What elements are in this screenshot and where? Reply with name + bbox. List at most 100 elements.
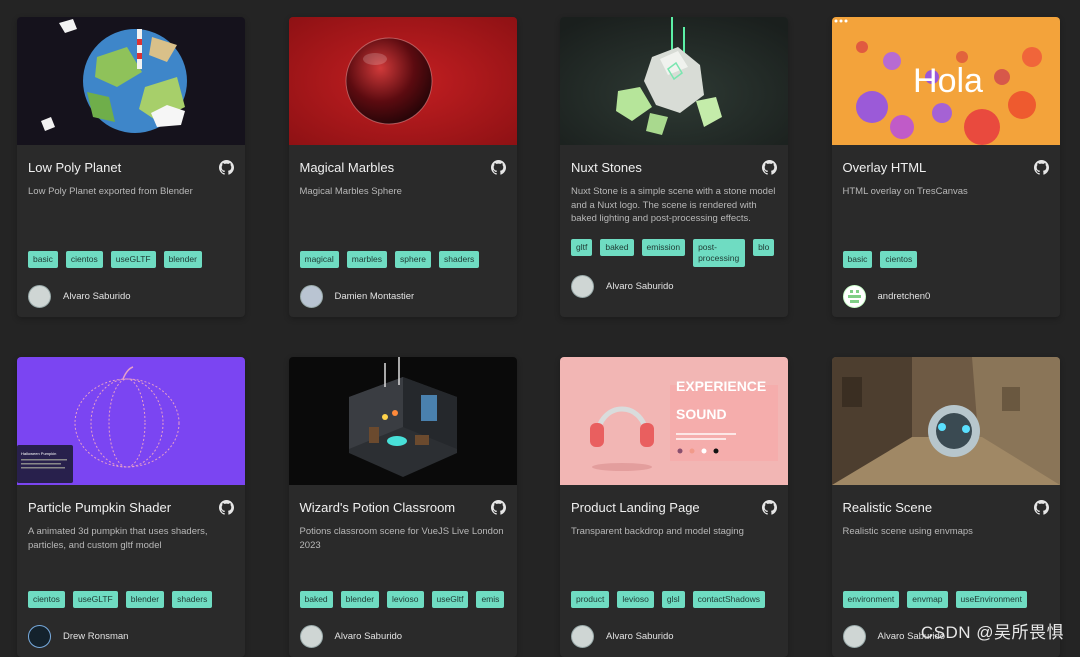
card-thumbnail[interactable] — [288, 357, 517, 485]
tag[interactable]: marbles — [346, 251, 388, 268]
github-icon[interactable] — [1033, 159, 1049, 175]
tag[interactable]: cientos — [65, 251, 103, 268]
card-tags: basic cientos — [842, 251, 1049, 281]
card-author[interactable]: Drew Ronsman — [28, 625, 234, 648]
card-author[interactable]: Damien Montastier — [299, 285, 506, 308]
card-thumbnail[interactable] — [831, 357, 1060, 485]
tag[interactable]: useGltf — [431, 591, 469, 608]
author-name: andretchen0 — [877, 291, 931, 302]
potion-classroom-image — [288, 357, 517, 485]
low-poly-planet-image — [17, 17, 245, 145]
github-icon[interactable] — [762, 159, 777, 175]
card-thumbnail[interactable]: Halloween Pumpkin — [17, 357, 245, 485]
example-card-nuxt-stones[interactable]: Nuxt Stones Nuxt Stone is a simple scene… — [560, 17, 788, 317]
card-thumbnail[interactable]: Hola — [831, 17, 1060, 145]
card-description: Realistic scene using envmaps — [842, 526, 973, 537]
hola-text: Hola — [913, 62, 983, 100]
avatar — [842, 625, 866, 648]
card-description: Transparent backdrop and model staging — [571, 526, 744, 537]
card-thumbnail[interactable]: EXPERIENCE SOUND — [560, 357, 788, 485]
avatar — [299, 285, 323, 308]
tag[interactable]: blo — [753, 239, 775, 256]
card-tags: gltf baked emission post-processing blo — [571, 239, 777, 269]
card-title[interactable]: Realistic Scene — [843, 500, 933, 515]
tag[interactable]: glsl — [661, 591, 685, 608]
card-title[interactable]: Overlay HTML — [843, 160, 927, 175]
tag[interactable]: levioso — [387, 591, 424, 608]
card-author[interactable]: Alvaro Saburido — [571, 625, 777, 648]
tag[interactable]: basic — [842, 251, 873, 268]
github-icon[interactable] — [219, 499, 234, 515]
tag[interactable]: blender — [125, 591, 165, 608]
particle-pumpkin-image: Halloween Pumpkin — [17, 357, 245, 485]
example-card-magical-marbles[interactable]: Magical Marbles Magical Marbles Sphere m… — [288, 17, 517, 317]
author-name: Alvaro Saburido — [606, 281, 674, 292]
example-card-product-landing-page[interactable]: EXPERIENCE SOUND Product Landing Page Tr… — [560, 357, 788, 657]
card-thumbnail[interactable] — [560, 17, 788, 145]
card-title[interactable]: Particle Pumpkin Shader — [28, 500, 171, 515]
card-title[interactable]: Product Landing Page — [571, 500, 700, 515]
magical-marbles-image — [288, 17, 517, 145]
github-icon[interactable] — [1033, 499, 1049, 515]
card-author[interactable]: Alvaro Saburido — [28, 285, 234, 308]
tag[interactable]: levioso — [617, 591, 654, 608]
tag[interactable]: environment — [842, 591, 900, 608]
tag[interactable]: shaders — [172, 591, 213, 608]
avatar — [28, 625, 51, 648]
avatar — [28, 285, 51, 308]
tag[interactable]: blender — [340, 591, 380, 608]
thumb-card-title: Halloween Pumpkin — [21, 451, 56, 456]
tag[interactable]: useEnvironment — [955, 591, 1027, 608]
tag[interactable]: shaders — [439, 251, 480, 268]
card-title[interactable]: Nuxt Stones — [571, 160, 642, 175]
github-icon[interactable] — [219, 159, 234, 175]
example-card-wizards-potion-classroom[interactable]: Wizard's Potion Classroom Potions classr… — [288, 357, 517, 657]
github-icon[interactable] — [490, 499, 506, 515]
tag[interactable]: magical — [299, 251, 339, 268]
tag[interactable]: blender — [163, 251, 202, 268]
card-title[interactable]: Wizard's Potion Classroom — [300, 500, 456, 515]
tag[interactable]: product — [571, 591, 610, 608]
card-title[interactable]: Magical Marbles — [300, 160, 395, 175]
tag[interactable]: cientos — [28, 591, 65, 608]
avatar — [571, 275, 594, 298]
tag[interactable]: post-processing — [693, 239, 746, 267]
tag[interactable]: emission — [641, 239, 686, 256]
card-description: A animated 3d pumpkin that uses shaders,… — [28, 526, 208, 551]
github-icon[interactable] — [490, 159, 506, 175]
card-thumbnail[interactable] — [17, 17, 245, 145]
card-author[interactable]: Alvaro Saburido — [299, 625, 506, 648]
avatar — [571, 625, 594, 648]
tag[interactable]: basic — [28, 251, 58, 268]
card-tags: magical marbles sphere shaders — [299, 251, 506, 281]
tag[interactable]: envmap — [907, 591, 948, 608]
card-description: Low Poly Planet exported from Blender — [28, 186, 193, 197]
example-card-overlay-html[interactable]: Hola Overlay HTML HTML overlay on TresCa… — [831, 17, 1060, 317]
tag[interactable]: cientos — [880, 251, 918, 268]
tag[interactable]: useGLTF — [72, 591, 118, 608]
example-card-realistic-scene[interactable]: Realistic Scene Realistic scene using en… — [831, 357, 1060, 657]
tag[interactable]: gltf — [571, 239, 593, 256]
example-card-particle-pumpkin-shader[interactable]: Halloween Pumpkin Particle Pumpkin Shade… — [17, 357, 245, 657]
thumb-headline-2: SOUND — [676, 406, 727, 422]
example-card-low-poly-planet[interactable]: Low Poly Planet Low Poly Planet exported… — [17, 17, 245, 317]
avatar — [299, 625, 323, 648]
nuxt-stones-image — [560, 17, 788, 145]
card-title[interactable]: Low Poly Planet — [28, 160, 121, 175]
tag[interactable]: contactShadows — [692, 591, 765, 608]
tag[interactable]: baked — [600, 239, 634, 256]
tag[interactable]: baked — [299, 591, 333, 608]
github-icon[interactable] — [762, 499, 777, 515]
card-author[interactable]: Alvaro Saburido — [571, 275, 777, 298]
tag[interactable]: useGLTF — [110, 251, 156, 268]
thumb-headline-1: EXPERIENCE — [676, 378, 766, 394]
card-author[interactable]: andretchen0 — [842, 285, 1049, 308]
author-name: Drew Ronsman — [63, 631, 129, 642]
product-landing-image: EXPERIENCE SOUND — [560, 357, 788, 485]
tag[interactable]: emis — [476, 591, 505, 608]
examples-grid: Low Poly Planet Low Poly Planet exported… — [17, 17, 1060, 657]
card-thumbnail[interactable] — [288, 17, 517, 145]
tag[interactable]: sphere — [395, 251, 432, 268]
card-description: HTML overlay on TresCanvas — [842, 186, 968, 197]
author-name: Damien Montastier — [334, 291, 415, 302]
